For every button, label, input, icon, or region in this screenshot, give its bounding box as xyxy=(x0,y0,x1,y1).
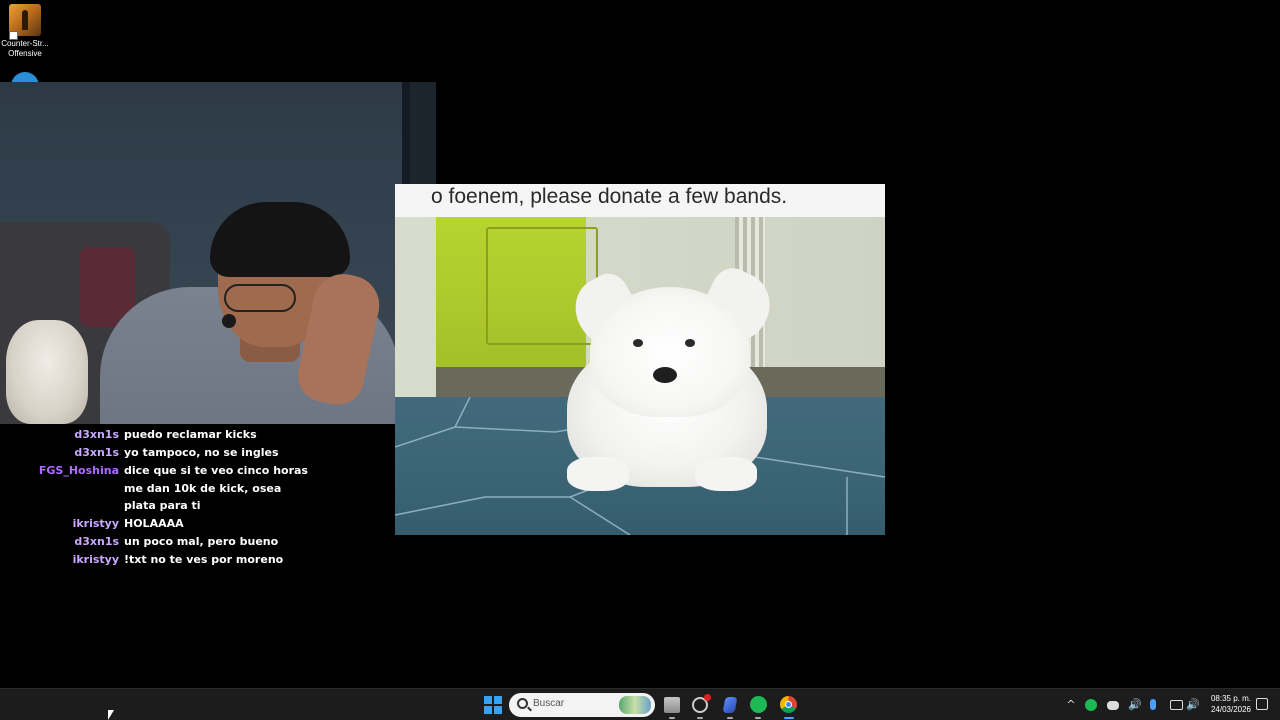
chat-overlay: d3xn1s puedo reclamar kicks d3xn1s yo ta… xyxy=(0,426,395,570)
cat-figure xyxy=(6,320,88,424)
chat-message: d3xn1s un poco mal, pero bueno xyxy=(0,533,395,551)
mouse-cursor-icon xyxy=(108,710,114,720)
running-indicator xyxy=(784,717,794,719)
media-caption: o foenem, please donate a few bands. xyxy=(431,185,788,208)
running-indicator xyxy=(727,717,733,719)
file-explorer-icon[interactable] xyxy=(664,697,680,713)
dog-paw-left xyxy=(567,457,629,491)
steam-icon[interactable] xyxy=(692,694,711,713)
search-highlight-icon xyxy=(619,696,651,714)
chat-message: FGS_Hoshina dice que si te veo cinco hor… xyxy=(0,462,395,515)
streamer-hair xyxy=(210,202,350,277)
spotify-icon[interactable] xyxy=(750,696,767,713)
running-indicator xyxy=(697,717,703,719)
clock[interactable]: 08:35 p. m. 24/03/2026 xyxy=(1206,693,1256,715)
chat-text: HOLAAAA xyxy=(124,517,184,531)
discord-tray-icon[interactable] xyxy=(1107,701,1119,710)
chat-username: ikristyy xyxy=(72,553,119,567)
chat-message: d3xn1s yo tampoco, no se ingles xyxy=(0,444,395,462)
streamer-glasses xyxy=(224,284,296,312)
notification-icon[interactable] xyxy=(1256,698,1268,710)
search-placeholder: Buscar xyxy=(533,698,565,709)
search-icon xyxy=(517,698,528,709)
speaker-icon[interactable]: 🔊 xyxy=(1128,698,1142,712)
webcam-feed xyxy=(0,82,436,424)
dog-eye-right xyxy=(685,339,695,347)
chat-username: FGS_Hoshina xyxy=(38,464,119,478)
search-input[interactable]: Buscar xyxy=(509,693,655,717)
dog-head xyxy=(590,287,750,417)
chat-username: d3xn1s xyxy=(74,535,119,549)
display-icon[interactable] xyxy=(1170,700,1183,710)
chat-text: dice que si te veo cinco horas me dan 10… xyxy=(124,464,308,513)
microphone-icon[interactable] xyxy=(1150,699,1156,710)
dog-paw-right xyxy=(695,457,757,491)
media-caption-bar: o foenem, please donate a few bands. xyxy=(395,184,885,217)
desktop-icon-label-line1: Counter-Str... xyxy=(1,39,49,48)
shortcut-arrow-icon xyxy=(9,31,18,40)
headset-mic xyxy=(222,314,236,328)
chat-message: ikristyy !txt no te ves por moreno xyxy=(0,551,395,569)
volume-icon[interactable]: 🔊 xyxy=(1186,698,1200,712)
running-indicator xyxy=(755,717,761,719)
chat-message: ikristyy HOLAAAA xyxy=(0,515,395,533)
running-indicator xyxy=(669,717,675,719)
chat-username: d3xn1s xyxy=(74,446,119,460)
chat-text: un poco mal, pero bueno xyxy=(124,535,279,549)
dog-nose xyxy=(653,367,677,383)
chat-username: d3xn1s xyxy=(74,428,119,441)
dog-photo xyxy=(395,217,885,535)
clock-date: 24/03/2026 xyxy=(1210,705,1252,714)
chat-username: ikristyy xyxy=(72,517,119,531)
dog-eye-left xyxy=(633,339,643,347)
app-icon[interactable] xyxy=(722,697,738,713)
desktop-icon-label-line2: Offensive xyxy=(8,49,42,58)
media-overlay: o foenem, please donate a few bands. xyxy=(395,184,885,535)
chat-message: d3xn1s puedo reclamar kicks xyxy=(0,426,395,444)
chrome-icon[interactable] xyxy=(780,696,797,713)
taskbar: Buscar ^ 🔊 🔊 08:35 p. m. 24/03/2026 xyxy=(0,688,1280,720)
clock-time: 08:35 p. m. xyxy=(1210,694,1252,703)
desktop-screen: Counter-Str... Offensive o foenem, pleas… xyxy=(0,0,1280,720)
start-icon[interactable] xyxy=(483,695,503,715)
chat-text: puedo reclamar kicks xyxy=(124,428,257,441)
chat-text: !txt no te ves por moreno xyxy=(124,553,284,567)
counter-strike-desktop-icon[interactable]: Counter-Str... Offensive xyxy=(0,4,50,59)
chat-text: yo tampoco, no se ingles xyxy=(124,446,279,460)
spotify-tray-icon[interactable] xyxy=(1085,699,1097,711)
tray-overflow-chevron-icon[interactable]: ^ xyxy=(1064,698,1078,712)
